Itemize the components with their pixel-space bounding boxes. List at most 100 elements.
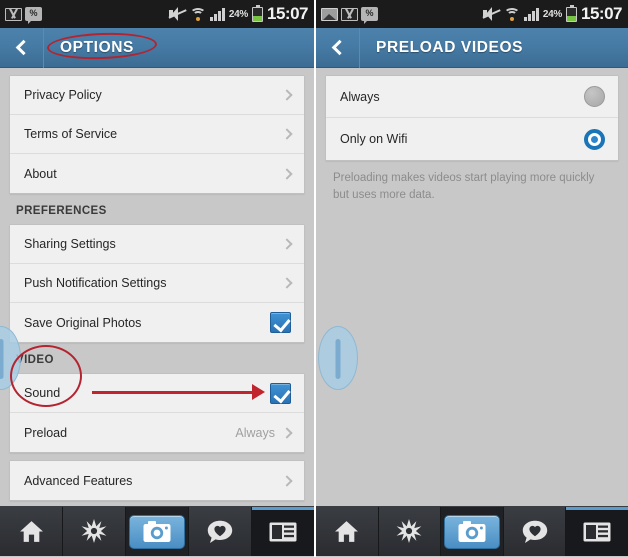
status-bar-left: % 24% 15:07 — [0, 0, 314, 28]
camera-button[interactable] — [443, 514, 500, 549]
nav-item-explore[interactable] — [378, 507, 442, 556]
bottom-nav-left — [0, 506, 314, 556]
scroll-handle-right[interactable] — [318, 326, 358, 390]
row-label: Push Notification Settings — [24, 276, 167, 290]
page-title: PRELOAD VIDEOS — [376, 38, 524, 56]
list-item-sound[interactable]: Sound — [10, 374, 304, 413]
preload-value: Always — [235, 425, 275, 440]
signal-icon — [210, 7, 225, 21]
bottom-nav-right — [316, 506, 628, 556]
left-phone-screen: % 24% 15:07 OPTIONS Privacy Policy Terms… — [0, 0, 314, 557]
list-item-about[interactable]: About — [10, 154, 304, 193]
list-item-privacy-policy[interactable]: Privacy Policy — [10, 76, 304, 115]
row-label: Sharing Settings — [24, 237, 116, 251]
nav-item-home[interactable] — [316, 507, 379, 556]
list-item-sharing-settings[interactable]: Sharing Settings — [10, 225, 304, 264]
nav-item-explore[interactable] — [63, 507, 126, 556]
camera-icon — [458, 520, 486, 542]
preload-options-group: Always Only on Wifi — [325, 75, 619, 161]
list-item-terms-of-service[interactable]: Terms of Service — [10, 115, 304, 154]
activity-heart-icon — [522, 520, 547, 543]
status-bar-left-icons: % — [321, 7, 378, 24]
nav-item-news[interactable] — [566, 507, 628, 556]
section-header-preferences: PREFERENCES — [16, 205, 107, 217]
nav-item-camera[interactable] — [126, 507, 189, 556]
row-label: About — [24, 166, 57, 181]
chevron-left-icon — [331, 39, 348, 56]
option-only-on-wifi[interactable]: Only on Wifi — [326, 118, 618, 160]
news-feed-icon — [269, 522, 297, 541]
list-item-advanced-features[interactable]: Advanced Features — [10, 461, 304, 500]
action-bar-left: OPTIONS — [0, 27, 314, 68]
status-bar-right-icons: 24% 15:07 — [482, 4, 622, 24]
settings-group-preferences: Sharing Settings Push Notification Setti… — [9, 224, 305, 343]
nav-item-camera[interactable] — [441, 507, 504, 556]
list-item-preload[interactable]: Preload Always — [10, 413, 304, 452]
option-always[interactable]: Always — [326, 76, 618, 118]
activity-heart-icon — [207, 520, 233, 543]
status-bar-right: % 24% 15:07 — [316, 0, 628, 28]
wifi-icon — [504, 7, 521, 21]
radio-always[interactable] — [584, 86, 605, 107]
chevron-right-icon — [281, 277, 293, 289]
battery-icon — [252, 4, 264, 22]
radio-only-on-wifi[interactable] — [584, 128, 605, 150]
row-label: Always — [340, 89, 380, 104]
home-icon — [335, 521, 359, 542]
row-label: Terms of Service — [24, 127, 118, 141]
options-list: Privacy Policy Terms of Service About PR… — [0, 68, 314, 506]
chevron-right-icon — [281, 238, 293, 250]
screenshot-stage: % 24% 15:07 OPTIONS Privacy Policy Terms… — [0, 0, 628, 557]
nav-item-activity[interactable] — [503, 507, 567, 556]
row-label: Sound — [24, 386, 61, 400]
camera-icon — [143, 520, 171, 542]
settings-group-legal: Privacy Policy Terms of Service About — [9, 75, 305, 194]
chevron-right-icon — [281, 167, 293, 180]
gmail-icon — [5, 7, 22, 21]
chevron-right-icon — [281, 426, 293, 439]
list-item-push-notification-settings[interactable]: Push Notification Settings — [10, 264, 304, 303]
clock-label: 15:07 — [581, 4, 622, 23]
status-bar-left-icons: % — [5, 7, 42, 24]
nav-item-home[interactable] — [0, 507, 63, 556]
status-bar-right-icons: 24% 15:07 — [168, 4, 308, 24]
nav-item-activity[interactable] — [189, 507, 252, 556]
row-label: Only on Wifi — [340, 132, 408, 146]
camera-button[interactable] — [129, 514, 185, 549]
home-icon — [19, 521, 43, 542]
list-item-save-original-photos[interactable]: Save Original Photos — [10, 303, 304, 342]
explore-compass-icon — [396, 518, 422, 543]
row-label: Advanced Features — [24, 473, 133, 488]
back-button[interactable] — [0, 27, 44, 68]
row-label: Save Original Photos — [24, 315, 142, 330]
action-bar-right: PRELOAD VIDEOS — [316, 27, 628, 68]
save-original-photos-checkbox[interactable] — [270, 312, 291, 333]
settings-group-advanced: Advanced Features — [9, 460, 305, 501]
chevron-right-icon — [281, 89, 293, 101]
row-label: Privacy Policy — [24, 88, 102, 102]
percent-message-icon: % — [25, 7, 42, 24]
preload-helper-text: Preloading makes videos start playing mo… — [333, 172, 595, 201]
chevron-left-icon — [15, 39, 32, 56]
news-feed-icon — [583, 522, 611, 541]
back-button[interactable] — [316, 27, 360, 68]
photo-icon — [321, 7, 338, 21]
battery-icon — [566, 4, 578, 22]
page-title: OPTIONS — [60, 38, 134, 56]
settings-group-video: Sound Preload Always — [9, 373, 305, 453]
chevron-right-icon — [281, 474, 293, 487]
chevron-right-icon — [281, 128, 293, 140]
nav-item-news[interactable] — [252, 507, 314, 556]
clock-label: 15:07 — [267, 4, 308, 23]
signal-icon — [524, 7, 539, 21]
explore-compass-icon — [81, 518, 107, 543]
section-header-video: VIDEO — [16, 354, 54, 366]
row-label: Preload — [24, 425, 68, 440]
percent-message-icon: % — [361, 7, 378, 24]
preload-videos-list: Always Only on Wifi Preloading makes vid… — [316, 68, 628, 506]
battery-percent-label: 24% — [542, 8, 563, 20]
mute-icon — [482, 7, 501, 21]
gmail-icon — [341, 7, 358, 21]
wifi-icon — [190, 7, 207, 21]
sound-checkbox[interactable] — [270, 382, 291, 404]
